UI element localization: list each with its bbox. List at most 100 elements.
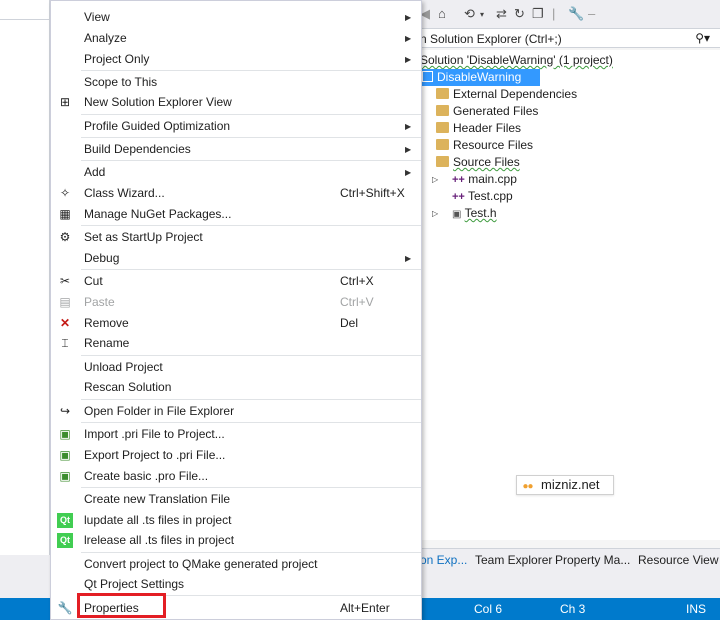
solution-explorer-search[interactable]: n Solution Explorer (Ctrl+;) ⚲▾ bbox=[420, 28, 720, 48]
menu-item-label: Export Project to .pri File... bbox=[84, 448, 226, 462]
menu-item-export-pri[interactable]: ▣ Export Project to .pri File... bbox=[51, 445, 421, 466]
tree-folder[interactable]: Source Files bbox=[436, 154, 520, 171]
watermark-logo-icon: ⦁⦁ bbox=[523, 481, 533, 492]
tab-team-explorer[interactable]: Team Explorer bbox=[475, 553, 552, 567]
menu-item-scope-to-this[interactable]: Scope to This bbox=[51, 72, 421, 93]
menu-item-class-wizard[interactable]: ✧ Class Wizard... Ctrl+Shift+X bbox=[51, 183, 421, 204]
tree-folder[interactable]: Header Files bbox=[436, 120, 521, 137]
menu-item-label: Qt Project Settings bbox=[84, 577, 185, 591]
explorer-tab-strip: on Exp... Team Explorer Property Ma... R… bbox=[420, 548, 720, 572]
menu-item-import-pri[interactable]: ▣ Import .pri File to Project... bbox=[51, 424, 421, 445]
menu-item-label: Class Wizard... bbox=[84, 186, 165, 200]
search-icon[interactable]: ⚲▾ bbox=[695, 31, 710, 45]
minus-icon[interactable]: ‒ bbox=[588, 6, 595, 21]
menu-item-add[interactable]: Add ▶ bbox=[51, 162, 421, 183]
menu-item-label: Add bbox=[84, 165, 106, 179]
wrench-icon[interactable]: 🔧 bbox=[568, 6, 584, 22]
menu-separator bbox=[81, 160, 421, 161]
qt-icon: Qt bbox=[57, 513, 73, 528]
menu-item-new-solution-explorer-view[interactable]: ⊞ New Solution Explorer View bbox=[51, 92, 421, 113]
menu-item-manage-nuget[interactable]: ▦ Manage NuGet Packages... bbox=[51, 204, 421, 225]
menu-item-rescan-solution[interactable]: Rescan Solution bbox=[51, 377, 421, 398]
menu-item-convert-qmake[interactable]: Convert project to QMake generated proje… bbox=[51, 554, 421, 575]
solution-label: Solution 'DisableWarning' (1 project) bbox=[420, 53, 613, 67]
tree-file[interactable]: ▣ Test.h bbox=[452, 205, 497, 222]
menu-item-qt-project-settings[interactable]: Qt Project Settings bbox=[51, 574, 421, 595]
menu-item-create-pro[interactable]: ▣ Create basic .pro File... bbox=[51, 466, 421, 487]
folder-label: Source Files bbox=[453, 155, 520, 169]
menu-item-open-folder[interactable]: ↪ Open Folder in File Explorer bbox=[51, 401, 421, 422]
menu-item-debug[interactable]: Debug ▶ bbox=[51, 248, 421, 269]
menu-item-view[interactable]: View ▶ bbox=[51, 7, 421, 28]
menu-separator bbox=[81, 114, 421, 115]
folder-icon bbox=[436, 88, 449, 99]
menu-item-label: Scope to This bbox=[84, 75, 158, 89]
home-icon[interactable]: ⌂ bbox=[438, 6, 446, 21]
status-mode[interactable]: INS bbox=[686, 602, 706, 616]
scissors-icon: ✂ bbox=[59, 274, 71, 288]
watermark-text: mizniz.net bbox=[541, 477, 600, 492]
menu-item-label: View bbox=[84, 10, 110, 24]
folder-icon bbox=[436, 105, 449, 116]
menu-item-analyze[interactable]: Analyze ▶ bbox=[51, 28, 421, 49]
editor-area bbox=[0, 0, 50, 555]
folder-label: Generated Files bbox=[453, 104, 539, 118]
menu-item-rename[interactable]: ⌶ Rename bbox=[51, 333, 421, 354]
menu-separator bbox=[81, 137, 421, 138]
expand-icon[interactable]: ▷ bbox=[432, 209, 438, 218]
tree-folder[interactable]: Generated Files bbox=[436, 103, 538, 120]
project-label: DisableWarning bbox=[437, 70, 522, 84]
menu-item-lrelease[interactable]: Qt lrelease all .ts files in project bbox=[51, 530, 421, 551]
menu-item-label: Unload Project bbox=[84, 360, 163, 374]
menu-item-unload-project[interactable]: Unload Project bbox=[51, 357, 421, 378]
tree-folder[interactable]: Resource Files bbox=[436, 137, 533, 154]
menu-item-label: Convert project to QMake generated proje… bbox=[84, 557, 318, 571]
create-pro-icon: ▣ bbox=[59, 469, 71, 483]
history-dropdown-icon[interactable]: ▾ bbox=[480, 10, 484, 19]
cpp-file-icon: ++ bbox=[452, 174, 465, 186]
menu-separator bbox=[81, 422, 421, 423]
remove-x-icon: ✕ bbox=[59, 316, 71, 330]
search-placeholder: n Solution Explorer (Ctrl+;) bbox=[420, 32, 562, 46]
tab-solution-explorer[interactable]: on Exp... bbox=[420, 553, 467, 567]
copy-icon[interactable]: ❐ bbox=[532, 6, 544, 22]
menu-item-project-only[interactable]: Project Only ▶ bbox=[51, 49, 421, 70]
menu-item-set-startup[interactable]: ⚙ Set as StartUp Project bbox=[51, 227, 421, 248]
project-icon bbox=[422, 71, 433, 82]
file-label: Test.cpp bbox=[467, 189, 513, 203]
menu-item-shortcut: Ctrl+V bbox=[340, 295, 374, 309]
expand-icon[interactable]: ▷ bbox=[432, 175, 438, 184]
menu-item-new-translation[interactable]: Create new Translation File bbox=[51, 489, 421, 510]
menu-item-paste[interactable]: ▤ Paste Ctrl+V bbox=[51, 292, 421, 313]
menu-item-lupdate[interactable]: Qt lupdate all .ts files in project bbox=[51, 510, 421, 531]
menu-item-label: Cut bbox=[84, 274, 103, 288]
menu-item-label: Profile Guided Optimization bbox=[84, 119, 231, 133]
tab-resource-view[interactable]: Resource View bbox=[638, 553, 718, 567]
file-label: main.cpp bbox=[468, 172, 517, 186]
menu-item-cut[interactable]: ✂ Cut Ctrl+X bbox=[51, 271, 421, 292]
file-label: Test.h bbox=[464, 206, 497, 220]
menu-item-label: Open Folder in File Explorer bbox=[84, 404, 235, 418]
menu-item-build-dependencies[interactable]: Build Dependencies ▶ bbox=[51, 139, 421, 160]
tab-property-manager[interactable]: Property Ma... bbox=[555, 553, 630, 567]
menu-item-profile-guided-optimization[interactable]: Profile Guided Optimization ▶ bbox=[51, 116, 421, 137]
menu-item-label: lrelease all .ts files in project bbox=[84, 533, 235, 547]
folder-label: Resource Files bbox=[453, 138, 534, 152]
refresh-icon[interactable]: ↻ bbox=[514, 6, 525, 22]
tree-folder[interactable]: External Dependencies bbox=[436, 86, 577, 103]
history-icon[interactable]: ⟲ bbox=[464, 6, 475, 22]
tree-file[interactable]: ++ main.cpp bbox=[452, 171, 517, 188]
import-pri-icon: ▣ bbox=[59, 427, 71, 441]
new-explorer-view-icon: ⊞ bbox=[59, 95, 71, 109]
menu-separator bbox=[81, 355, 421, 356]
tree-file[interactable]: ++ Test.cpp bbox=[452, 188, 513, 205]
menu-item-label: Rescan Solution bbox=[84, 380, 172, 394]
menu-item-shortcut: Ctrl+X bbox=[340, 274, 374, 288]
project-node[interactable]: DisableWarning bbox=[420, 69, 540, 86]
folder-icon bbox=[436, 139, 449, 150]
sync-icon[interactable]: ⇄ bbox=[496, 6, 507, 22]
solution-node[interactable]: Solution 'DisableWarning' (1 project) bbox=[420, 52, 613, 69]
submenu-arrow-icon: ▶ bbox=[405, 13, 412, 22]
solution-explorer: ◀ ⌂ ⟲ ▾ ⇄ ↻ ❐ | 🔧 ‒ n Solution Explorer … bbox=[420, 0, 720, 555]
menu-item-remove[interactable]: ✕ Remove Del bbox=[51, 313, 421, 334]
